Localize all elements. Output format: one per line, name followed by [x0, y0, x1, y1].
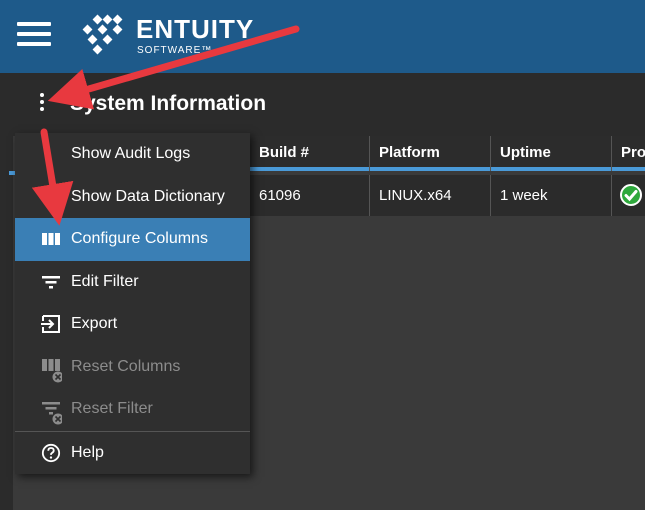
menu-item-label: Reset Filter [71, 400, 153, 417]
table-left-border [9, 136, 13, 510]
menu-item-label: Show Data Dictionary [71, 187, 225, 205]
menu-item-show-data-dictionary[interactable]: Show Data Dictionary [15, 176, 250, 219]
cell-build: 61096 [249, 175, 369, 216]
menu-item-edit-filter[interactable]: Edit Filter [15, 261, 250, 304]
menu-item-export[interactable]: Export [15, 303, 250, 346]
check-circle-icon [620, 184, 642, 206]
menu-item-show-audit-logs[interactable]: Show Audit Logs [15, 133, 250, 176]
page-title: System Information [70, 92, 267, 115]
menu-item-help[interactable]: Help [15, 432, 250, 475]
reset-filter-icon [42, 402, 62, 425]
menu-item-label: Reset Columns [71, 357, 181, 375]
menu-item-label: Export [71, 315, 118, 332]
menu-item-label: Configure Columns [71, 230, 208, 247]
help-icon [41, 443, 61, 462]
menu-item-reset-filter: Reset Filter [15, 388, 250, 431]
export-icon [41, 315, 60, 333]
more-options-menu: Show Audit Logs Show Data Dictionary Con… [15, 133, 250, 474]
menu-item-label: Show Audit Logs [71, 145, 191, 162]
menu-item-label: Edit Filter [71, 272, 139, 290]
filter-icon [42, 275, 60, 288]
menu-item-label: Help [71, 443, 104, 461]
brand-name: ENTUITY [136, 14, 255, 44]
column-header-build[interactable]: Build # [249, 136, 369, 171]
column-header-proc[interactable]: Proc [611, 136, 645, 171]
cell-platform: LINUX.x64 [369, 175, 490, 216]
columns-icon [42, 233, 60, 245]
more-options-icon[interactable] [32, 93, 52, 117]
top-bar: ENTUITY SOFTWARE™ [0, 0, 645, 73]
cell-proc [611, 175, 645, 216]
brand-subtitle: SOFTWARE™ [137, 45, 213, 56]
cell-uptime: 1 week [490, 175, 611, 216]
menu-item-configure-columns[interactable]: Configure Columns [15, 218, 250, 261]
table-row[interactable]: 61096 LINUX.x64 1 week [249, 175, 645, 216]
menu-item-reset-columns: Reset Columns [15, 346, 250, 389]
table-header: Build # Platform Uptime Proc [249, 136, 645, 171]
hamburger-menu-icon[interactable] [17, 22, 51, 46]
entuity-logo-icon [82, 14, 123, 55]
column-header-uptime[interactable]: Uptime [490, 136, 611, 171]
reset-columns-icon [42, 358, 62, 382]
column-header-platform[interactable]: Platform [369, 136, 490, 171]
